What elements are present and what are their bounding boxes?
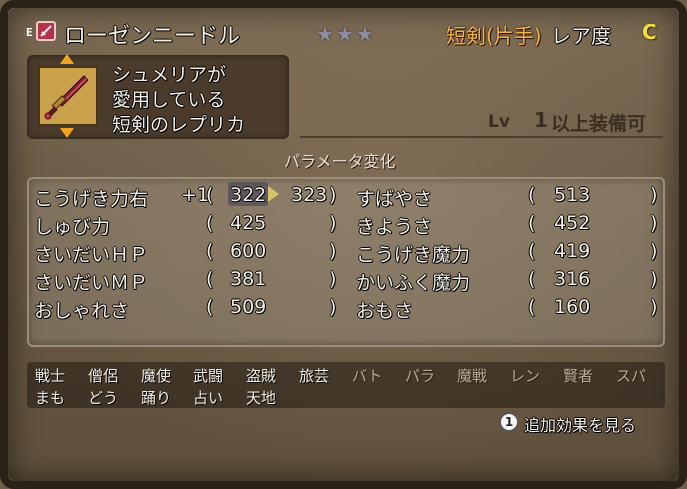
paren-open: ( xyxy=(528,296,536,318)
star-rating: ★★★ xyxy=(316,22,376,46)
divider xyxy=(300,136,663,138)
view-extra-effects-button[interactable]: 追加効果を見る xyxy=(524,412,636,436)
paren-close: ) xyxy=(650,268,658,290)
job-row2-2: 踊り xyxy=(141,389,172,407)
paren-open: ( xyxy=(528,240,536,262)
job-row1-2: 魔使 xyxy=(141,367,172,385)
stat-value: 425 xyxy=(230,212,267,234)
arrow-right-icon xyxy=(268,186,279,202)
stat-name: きようさ xyxy=(356,216,433,238)
stat-value: 381 xyxy=(230,268,267,290)
paren-close: ) xyxy=(650,212,658,234)
job-row1-10: 賢者 xyxy=(563,367,594,385)
arrow-down-icon[interactable] xyxy=(60,128,74,138)
stat-value: 419 xyxy=(554,240,591,262)
job-row1-3: 武闘 xyxy=(193,367,224,385)
rarity-value: C xyxy=(642,20,657,44)
params-title: パラメータ変化 xyxy=(284,152,396,171)
stat-name: おしゃれさ xyxy=(34,300,130,322)
job-row1-8: 魔戦 xyxy=(457,367,488,385)
stat-name: しゅび力 xyxy=(34,216,111,238)
level-value: 1 xyxy=(534,108,548,132)
stat-name: こうげき魔力 xyxy=(356,244,471,266)
paren-open: ( xyxy=(528,212,536,234)
dagger-icon xyxy=(44,75,89,120)
button-1-icon[interactable]: 1 xyxy=(499,412,519,432)
paren-open: ( xyxy=(206,212,214,234)
stat-value: 600 xyxy=(230,240,267,262)
description-line: 愛用している xyxy=(112,89,226,111)
stat-name: すばやさ xyxy=(356,188,433,210)
rarity-label: レア度 xyxy=(551,24,611,48)
paren-open: ( xyxy=(206,296,214,318)
paren-close: ) xyxy=(650,240,658,262)
paren-open: ( xyxy=(206,268,214,290)
job-row1-9: レン xyxy=(510,367,541,385)
stat-value: 316 xyxy=(554,268,591,290)
job-row1-11: スパ xyxy=(616,367,647,385)
paren-close: ) xyxy=(329,240,337,262)
stat-value: 452 xyxy=(554,212,591,234)
paren-close: ) xyxy=(650,184,658,206)
item-image xyxy=(38,66,98,126)
paren-close: ) xyxy=(650,296,658,318)
paren-close: ) xyxy=(329,184,337,206)
stat-name: こうげき力右 xyxy=(34,188,149,210)
job-row1-5: 旅芸 xyxy=(299,367,330,385)
job-row2-0: まも xyxy=(35,389,66,407)
stat-new-value: 323 xyxy=(291,184,328,206)
job-row2-1: どう xyxy=(88,389,119,407)
arrow-up-icon[interactable] xyxy=(60,54,74,64)
stat-name: かいふく魔力 xyxy=(356,272,471,294)
paren-close: ) xyxy=(329,268,337,290)
level-suffix: 以上装備可 xyxy=(551,113,647,135)
job-row2-4: 天地 xyxy=(246,389,277,407)
stat-value: 160 xyxy=(554,296,591,318)
paren-open: ( xyxy=(206,240,214,262)
stat-delta: +1 xyxy=(181,184,210,206)
stat-value: 322 xyxy=(230,184,267,206)
job-row1-1: 僧侶 xyxy=(88,367,119,385)
description-line: 短剣のレプリカ xyxy=(112,114,246,136)
stat-name: さいだいＭＰ xyxy=(34,272,149,294)
job-row1-0: 戦士 xyxy=(35,367,66,385)
description-line: シュメリアが xyxy=(112,64,227,86)
paren-open: ( xyxy=(528,184,536,206)
paren-open: ( xyxy=(206,184,214,206)
weapon-type: 短剣(片手) xyxy=(446,24,542,48)
paren-close: ) xyxy=(329,296,337,318)
level-label: Lv xyxy=(488,112,510,132)
dagger-icon xyxy=(36,21,56,41)
paren-close: ) xyxy=(329,212,337,234)
paren-open: ( xyxy=(528,268,536,290)
stat-name: おもさ xyxy=(356,300,414,322)
job-row2-3: 占い xyxy=(193,389,224,407)
equipped-mark: E xyxy=(26,26,33,39)
job-row1-7: パラ xyxy=(405,367,436,385)
stat-value: 509 xyxy=(230,296,267,318)
job-row1-6: バト xyxy=(352,367,383,385)
job-row1-4: 盗賊 xyxy=(246,367,277,385)
stat-value: 513 xyxy=(554,184,591,206)
item-name: ローゼンニードル xyxy=(64,24,241,49)
stat-name: さいだいＨＰ xyxy=(34,244,149,266)
